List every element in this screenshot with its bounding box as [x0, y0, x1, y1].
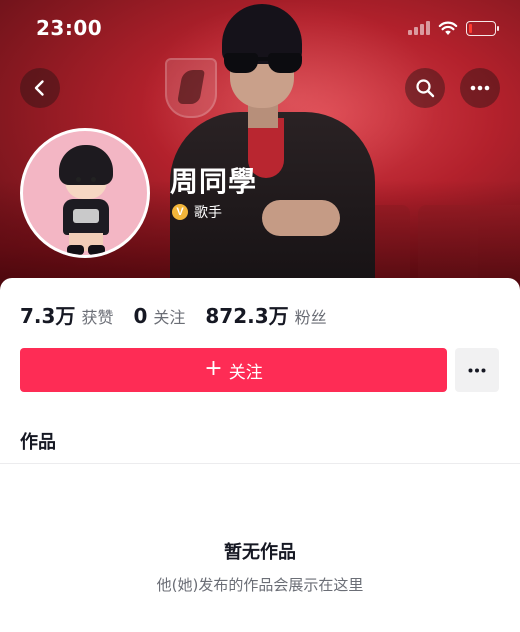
- more-dots-icon: [468, 368, 486, 372]
- figure-shoe: [67, 245, 84, 255]
- stat-followers[interactable]: 872.3万 粉丝: [205, 300, 326, 329]
- verified-badge-icon: V: [172, 204, 188, 220]
- seat: [418, 205, 478, 280]
- figure-shoe: [88, 245, 105, 255]
- follow-button-label: 关注: [228, 362, 263, 383]
- back-button[interactable]: [20, 68, 60, 108]
- follow-button[interactable]: + 关注: [20, 348, 447, 392]
- signal-bars-icon: [408, 21, 430, 35]
- verified-label: 歌手: [194, 205, 222, 221]
- profile-name: 周同學: [170, 165, 258, 198]
- profile-stats: 7.3万 获赞 0 关注 872.3万 粉丝: [20, 300, 327, 329]
- figure-hair: [59, 145, 113, 185]
- search-icon: [416, 79, 435, 98]
- more-dots-icon: [470, 85, 490, 91]
- empty-state-subtitle: 他(她)发布的作品会展示在这里: [156, 576, 364, 594]
- avatar[interactable]: [20, 128, 150, 258]
- follow-more-button[interactable]: [455, 348, 499, 392]
- battery-low-icon: [466, 20, 499, 36]
- stat-following[interactable]: 0 关注: [133, 304, 185, 328]
- search-button[interactable]: [405, 68, 445, 108]
- sunglasses: [224, 53, 302, 75]
- status-time: 23:00: [36, 16, 103, 40]
- chevron-left-icon: [34, 80, 44, 96]
- status-icons: [408, 20, 499, 36]
- battery-level: [469, 23, 472, 33]
- stat-label: 粉丝: [294, 308, 327, 327]
- plus-icon: +: [204, 356, 223, 381]
- person-hands: [262, 200, 340, 236]
- seat: [470, 205, 520, 280]
- wifi-icon: [438, 21, 458, 35]
- empty-state-title: 暂无作品: [224, 542, 296, 563]
- verified-tag: V 歌手: [172, 202, 222, 222]
- profile-sheet: 7.3万 获赞 0 关注 872.3万 粉丝 + 关注 作品 暂无作品 他(她)…: [0, 278, 520, 632]
- stat-value: 872.3万: [205, 304, 289, 328]
- figure-eye: [91, 177, 96, 182]
- stat-label: 获赞: [81, 308, 114, 327]
- tab-works[interactable]: 作品: [20, 428, 56, 454]
- tab-divider: [0, 463, 520, 464]
- more-options-button[interactable]: [460, 68, 500, 108]
- cover-photo-person: [170, 0, 390, 290]
- profile-cover: 23:00 周同學 V 歌手: [0, 0, 520, 290]
- stat-label: 关注: [153, 308, 186, 327]
- figure-shirt-print: [73, 209, 99, 223]
- stat-likes: 7.3万 获赞: [20, 300, 113, 329]
- stat-value: 0: [133, 304, 148, 328]
- stat-value: 7.3万: [20, 304, 76, 328]
- figure-eye: [76, 177, 81, 182]
